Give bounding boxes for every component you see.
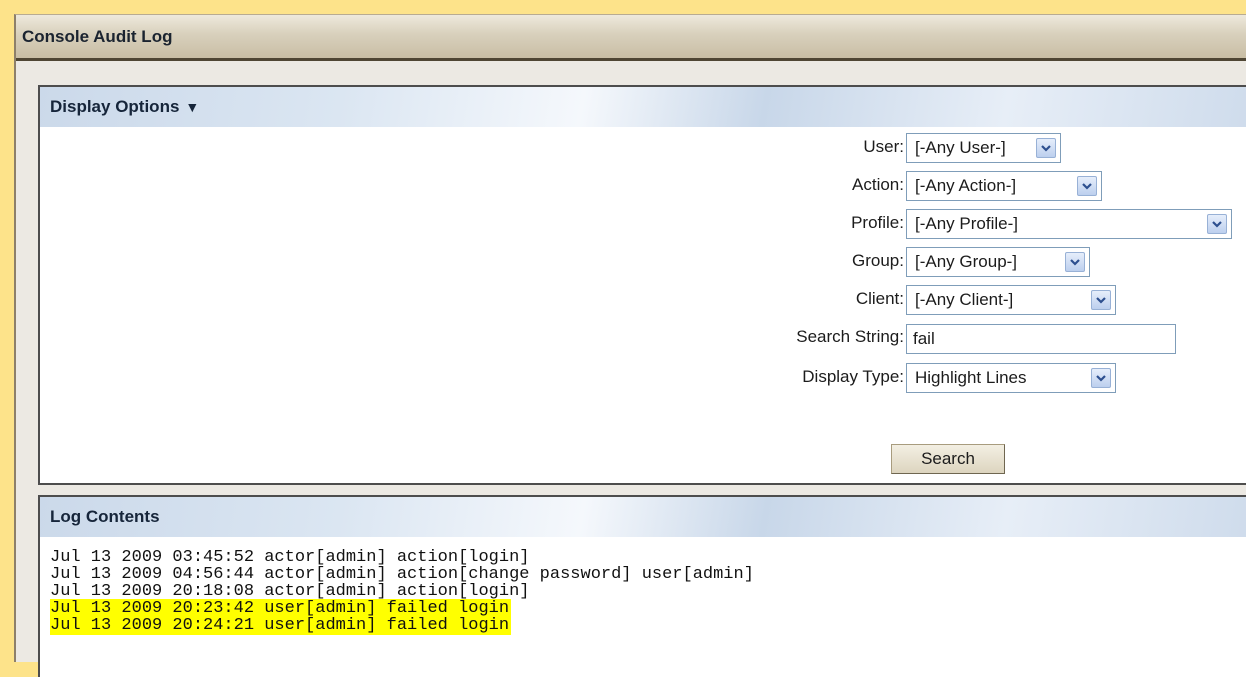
log-line: Jul 13 2009 03:45:52 actor[admin] action… — [50, 549, 1246, 566]
log-contents-header: Log Contents — [40, 497, 1246, 537]
chevron-down-icon[interactable] — [1091, 368, 1111, 388]
client-select[interactable]: [-Any Client-] — [906, 285, 1116, 315]
log-line: Jul 13 2009 20:24:21 user[admin] failed … — [50, 616, 1246, 635]
search-string-label: Search String: — [796, 327, 904, 346]
collapse-triangle-icon[interactable]: ▼ — [185, 99, 199, 115]
user-filter-row: User: [-Any User-] — [40, 133, 1246, 165]
search-button[interactable]: Search — [891, 444, 1005, 474]
window-title: Console Audit Log — [22, 26, 173, 46]
log-line: Jul 13 2009 20:23:42 user[admin] failed … — [50, 599, 1246, 618]
client-filter-row: Client: [-Any Client-] — [40, 285, 1246, 317]
display-type-row: Display Type: Highlight Lines — [40, 363, 1246, 395]
action-select-value: [-Any Action-] — [915, 176, 1017, 195]
profile-select[interactable]: [-Any Profile-] — [906, 209, 1232, 239]
display-type-select[interactable]: Highlight Lines — [906, 363, 1116, 393]
console-audit-log-window: Console Audit Log Display Options ▼ User… — [14, 14, 1246, 677]
chevron-down-icon[interactable] — [1036, 138, 1056, 158]
client-label: Client: — [855, 289, 904, 308]
display-type-label: Display Type: — [802, 367, 904, 386]
log-line: Jul 13 2009 04:56:44 actor[admin] action… — [50, 566, 1246, 583]
user-select[interactable]: [-Any User-] — [906, 133, 1061, 163]
display-type-select-value: Highlight Lines — [915, 368, 1027, 387]
log-text-area[interactable]: Jul 13 2009 03:45:52 actor[admin] action… — [40, 537, 1246, 635]
log-contents-title: Log Contents — [50, 507, 160, 526]
chevron-down-icon[interactable] — [1091, 290, 1111, 310]
chevron-down-icon[interactable] — [1207, 214, 1227, 234]
log-contents-panel: Log Contents Jul 13 2009 03:45:52 actor[… — [38, 495, 1246, 677]
action-filter-row: Action: [-Any Action-] — [40, 171, 1246, 203]
action-label: Action: — [852, 175, 904, 194]
group-select[interactable]: [-Any Group-] — [906, 247, 1090, 277]
user-select-value: [-Any User-] — [915, 138, 1006, 157]
log-line: Jul 13 2009 20:18:08 actor[admin] action… — [50, 583, 1246, 600]
group-filter-row: Group: [-Any Group-] — [40, 247, 1246, 279]
group-select-value: [-Any Group-] — [915, 252, 1018, 271]
profile-label: Profile: — [851, 213, 904, 232]
chevron-down-icon[interactable] — [1065, 252, 1085, 272]
display-options-panel: Display Options ▼ User: [-Any User-] Act… — [38, 85, 1246, 485]
chevron-down-icon[interactable] — [1077, 176, 1097, 196]
search-string-input[interactable] — [906, 324, 1176, 354]
profile-filter-row: Profile: [-Any Profile-] — [40, 209, 1246, 241]
log-line-text: Jul 13 2009 20:24:21 user[admin] failed … — [50, 616, 512, 635]
group-label: Group: — [852, 251, 904, 270]
display-options-header[interactable]: Display Options ▼ — [40, 87, 1246, 127]
search-string-row: Search String: — [40, 323, 1246, 355]
display-options-title: Display Options — [50, 97, 180, 116]
window-title-bar: Console Audit Log — [16, 15, 1246, 61]
action-select[interactable]: [-Any Action-] — [906, 171, 1102, 201]
client-select-value: [-Any Client-] — [915, 290, 1014, 309]
profile-select-value: [-Any Profile-] — [915, 214, 1018, 233]
user-label: User: — [863, 137, 904, 156]
